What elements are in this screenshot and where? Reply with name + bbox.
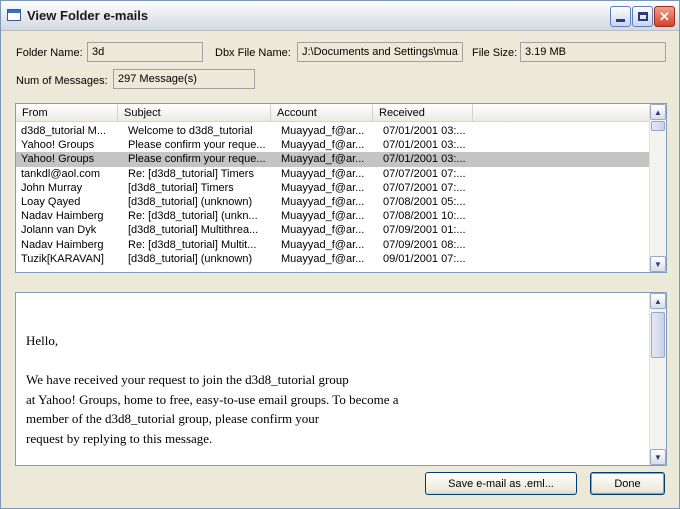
view-folder-emails-window: View Folder e-mails ✕ Folder Name: 3d Db… (0, 0, 680, 509)
column-header-filler (473, 104, 650, 122)
cell-from: Yahoo! Groups (21, 139, 95, 152)
num-messages-label: Num of Messages: (16, 75, 108, 87)
list-item[interactable]: tankdl@aol.com Re: [d3d8_tutorial] Timers… (16, 167, 650, 181)
cell-account: Muayyad_f@ar... (281, 210, 365, 223)
messages-list[interactable]: From Subject Account Received d3d8_tutor… (15, 103, 667, 273)
cell-from: Jolann van Dyk (21, 224, 97, 237)
chevron-up-icon: ▲ (654, 296, 662, 306)
cell-subject: [d3d8_tutorial] Multithrea... (128, 224, 259, 237)
column-header-subject[interactable]: Subject (118, 104, 271, 122)
preview-scroll-up-button[interactable]: ▲ (650, 293, 666, 309)
cell-subject: Re: [d3d8_tutorial] (unkn... (128, 210, 258, 223)
list-rows: d3d8_tutorial M... Welcome to d3d8_tutori… (16, 124, 650, 266)
list-item[interactable]: Jolann van Dyk [d3d8_tutorial] Multithrea… (16, 223, 650, 237)
cell-received: 07/09/2001 08:... (383, 238, 466, 251)
preview-scroll-down-button[interactable]: ▼ (650, 449, 666, 465)
message-line: member of the d3d8_tutorial group, pleas… (26, 411, 320, 426)
cell-subject: [d3d8_tutorial] Timers (128, 181, 234, 194)
cell-account: Muayyad_f@ar... (281, 238, 365, 251)
list-item[interactable]: Tuzik[KARAVAN] [d3d8_tutorial] (unknown) M… (16, 252, 650, 266)
message-body: Hello, We have received your request to … (26, 331, 399, 448)
cell-received: 07/01/2001 03:... (383, 139, 466, 152)
list-item[interactable]: John Murray [d3d8_tutorial] Timers Muayyad… (16, 181, 650, 195)
cell-received: 07/07/2001 07:... (383, 167, 466, 180)
list-header: From Subject Account Received (16, 104, 650, 122)
scroll-thumb[interactable] (651, 121, 665, 131)
scroll-down-button[interactable]: ▼ (650, 256, 666, 272)
cell-subject: [d3d8_tutorial] (unknown) (128, 195, 253, 208)
cell-subject: Re: [d3d8_tutorial] Multit... (128, 238, 257, 251)
column-header-from[interactable]: From (16, 104, 118, 122)
list-scrollbar[interactable]: ▲ ▼ (649, 104, 666, 272)
cell-subject: Re: [d3d8_tutorial] Timers (128, 167, 254, 180)
cell-from: Loay Qayed (21, 195, 81, 208)
cell-received: 07/01/2001 03:... (383, 125, 466, 137)
scroll-up-button[interactable]: ▲ (650, 104, 666, 120)
message-line (26, 351, 399, 371)
cell-subject: Please confirm your reque... (128, 139, 266, 152)
folder-name-label: Folder Name: (16, 47, 83, 59)
cell-received: 07/07/2001 07:... (383, 181, 466, 194)
cell-account: Muayyad_f@ar... (281, 181, 365, 194)
title-bar[interactable]: View Folder e-mails ✕ (1, 1, 679, 31)
cell-account: Muayyad_f@ar... (281, 252, 365, 265)
message-line: at Yahoo! Groups, home to free, easy-to-… (26, 391, 399, 407)
cell-account: Muayyad_f@ar... (281, 195, 365, 208)
cell-received: 07/01/2001 03:... (383, 153, 466, 166)
cell-account: Muayyad_f@ar... (281, 167, 365, 180)
save-eml-button[interactable]: Save e-mail as .eml... (425, 472, 577, 495)
window-app-icon (7, 9, 21, 21)
cell-subject: [d3d8_tutorial] (unknown) (128, 252, 253, 265)
column-header-account[interactable]: Account (271, 104, 373, 122)
cell-received: 07/08/2001 10:... (383, 210, 466, 223)
num-messages-field[interactable]: 297 Message(s) (113, 69, 255, 89)
cell-from: Nadav Haimberg (21, 238, 104, 251)
message-line: Hello, (26, 333, 59, 348)
maximize-icon (637, 12, 648, 21)
cell-from: Yahoo! Groups (21, 153, 95, 166)
cell-account: Muayyad_f@ar... (281, 224, 365, 237)
list-item[interactable]: d3d8_tutorial M... Welcome to d3d8_tutori… (16, 124, 650, 138)
list-item[interactable]: Yahoo! Groups Please confirm your reque..… (16, 152, 650, 167)
close-icon: ✕ (659, 9, 670, 24)
cell-account: Muayyad_f@ar... (281, 153, 365, 166)
minimize-button[interactable] (610, 6, 631, 27)
dbx-file-name-field[interactable]: J:\Documents and Settings\mua (297, 42, 463, 62)
cell-received: 07/09/2001 01:... (383, 224, 466, 237)
cell-from: Tuzik[KARAVAN] (21, 252, 104, 265)
list-item[interactable]: Yahoo! Groups Please confirm your reque..… (16, 138, 650, 152)
minimize-icon (616, 19, 625, 22)
preview-scroll-thumb[interactable] (651, 312, 665, 358)
cell-received: 09/01/2001 07:... (383, 252, 466, 265)
list-item[interactable]: Nadav Haimberg Re: [d3d8_tutorial] Multit… (16, 238, 650, 252)
dbx-file-name-label: Dbx File Name: (215, 47, 291, 59)
cell-received: 07/08/2001 05:... (383, 195, 466, 208)
maximize-button[interactable] (632, 6, 653, 27)
list-item[interactable]: Nadav Haimberg Re: [d3d8_tutorial] (unkn.… (16, 209, 650, 223)
cell-from: John Murray (21, 181, 83, 194)
cell-subject: Please confirm your reque... (128, 153, 266, 166)
list-item[interactable]: Loay Qayed [d3d8_tutorial] (unknown) Muayy… (16, 195, 650, 209)
cell-from: tankdl@aol.com (21, 167, 101, 180)
file-size-field[interactable]: 3.19 MB (520, 42, 666, 62)
file-size-label: File Size: (472, 47, 518, 59)
chevron-down-icon: ▼ (654, 452, 662, 462)
close-button[interactable]: ✕ (654, 6, 675, 27)
cell-from: d3d8_tutorial M... (21, 125, 106, 137)
chevron-down-icon: ▼ (654, 259, 662, 269)
folder-name-field[interactable]: 3d (87, 42, 203, 62)
cell-from: Nadav Haimberg (21, 210, 104, 223)
done-button[interactable]: Done (590, 472, 665, 495)
message-line: We have received your request to join th… (26, 372, 349, 387)
cell-account: Muayyad_f@ar... (281, 125, 365, 137)
message-line: request by replying to this message. (26, 430, 213, 446)
chevron-up-icon: ▲ (654, 107, 662, 117)
window-title: View Folder e-mails (27, 8, 149, 23)
column-header-received[interactable]: Received (373, 104, 473, 122)
message-preview[interactable]: Hello, We have received your request to … (15, 292, 667, 466)
preview-scrollbar[interactable]: ▲ ▼ (649, 293, 666, 465)
cell-account: Muayyad_f@ar... (281, 139, 365, 152)
cell-subject: Welcome to d3d8_tutorial (128, 125, 253, 137)
